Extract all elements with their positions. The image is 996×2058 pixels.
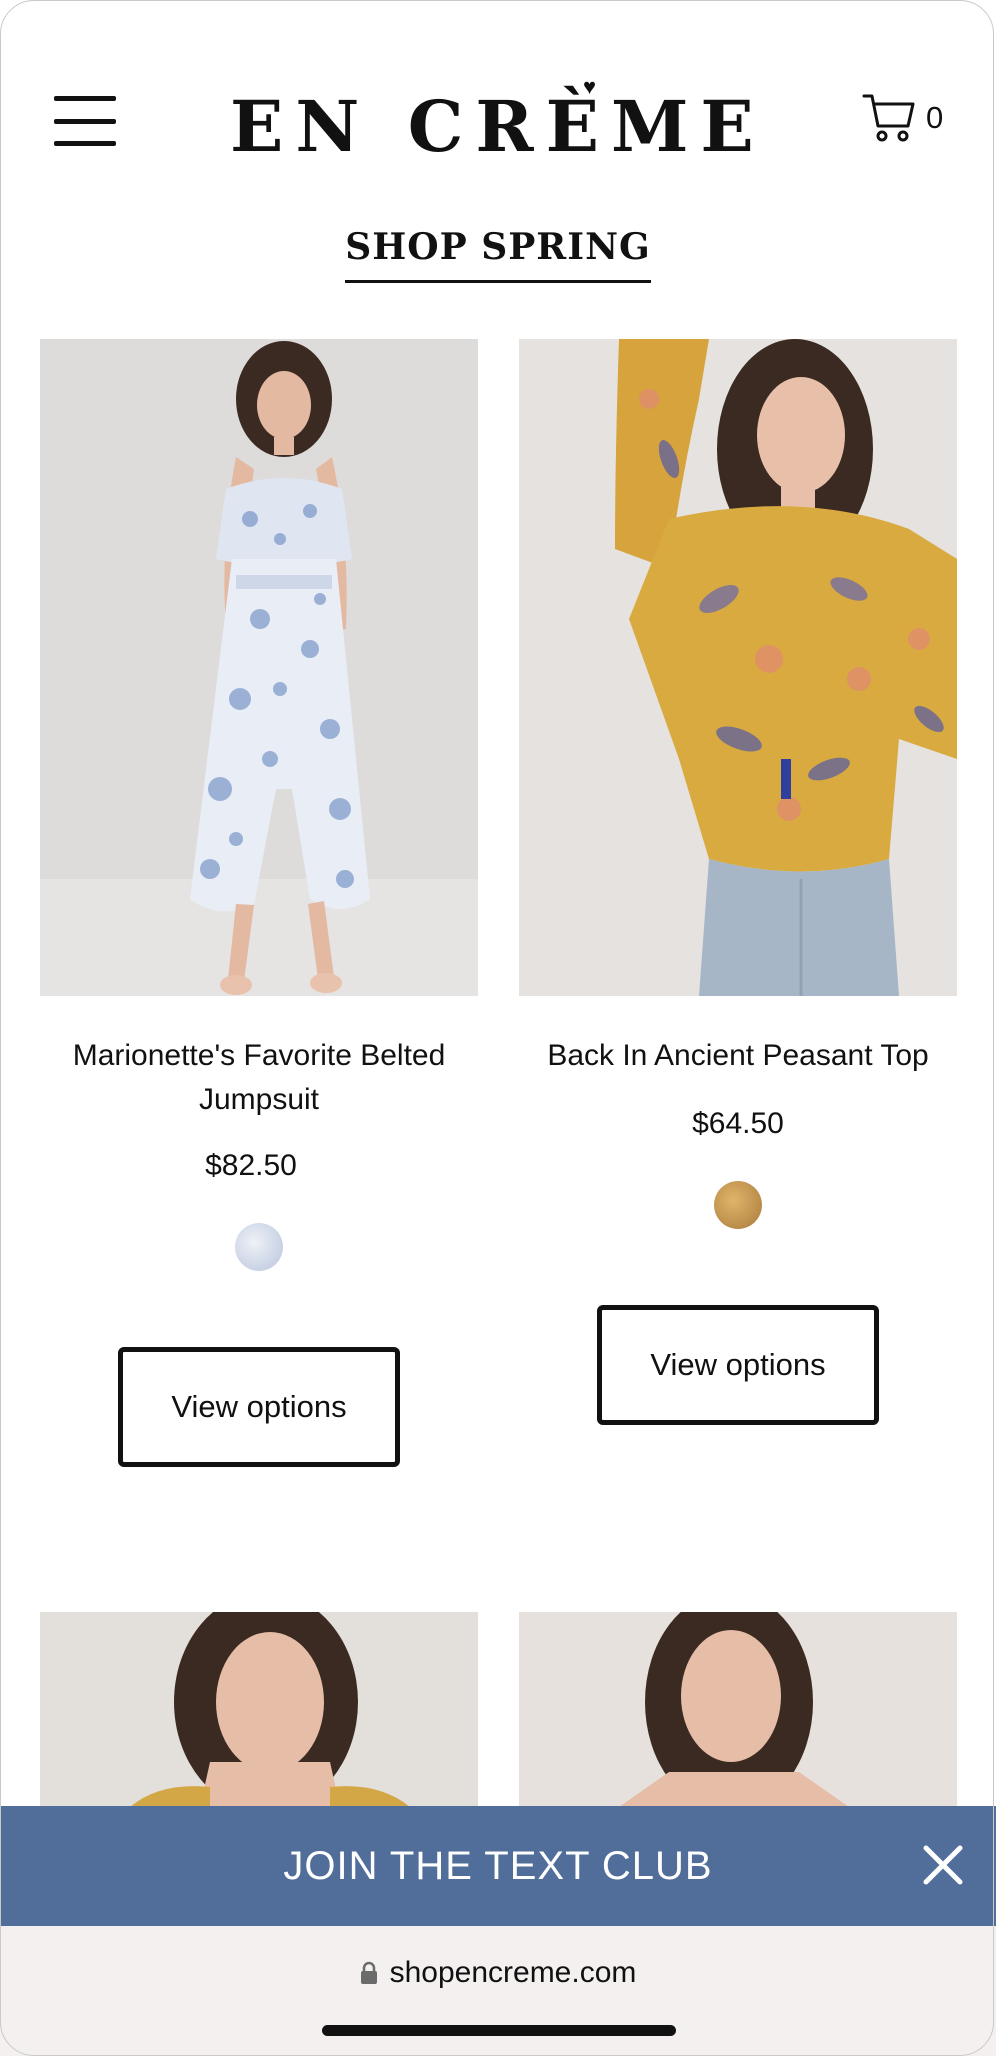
product-card: Back In Ancient Peasant Top $64.50 View … <box>519 339 957 1439</box>
product-card: Marionette's Favorite Belted Jumpsuit $8… <box>40 339 478 1479</box>
shopping-cart-icon <box>862 94 915 142</box>
product-price: $64.50 <box>692 1107 784 1140</box>
cart-button[interactable]: 0 <box>862 92 943 144</box>
site-logo[interactable]: EN CRÈME <box>230 82 760 172</box>
product-image[interactable] <box>40 339 478 996</box>
cart-count: 0 <box>926 100 944 135</box>
view-options-button[interactable]: View options <box>118 1347 400 1467</box>
section-title: SHOP SPRING <box>345 226 651 283</box>
url-text: shopencreme.com <box>389 1956 637 1989</box>
menu-line <box>54 118 116 124</box>
lock-icon <box>360 1961 377 1984</box>
view-options-button[interactable]: View options <box>597 1305 879 1425</box>
menu-line <box>54 96 116 101</box>
browser-url-bar: shopencreme.com <box>0 1926 996 2056</box>
logo-heart-icon: ♥ <box>583 74 597 99</box>
product-image[interactable] <box>40 1612 478 1807</box>
hamburger-menu-icon[interactable] <box>54 96 116 146</box>
product-price: $82.50 <box>205 1149 297 1182</box>
text-club-label: JOIN THE TEXT CLUB <box>283 1843 713 1888</box>
section-heading: SHOP SPRING <box>0 226 996 283</box>
product-name[interactable]: Marionette's Favorite Belted Jumpsuit <box>30 1034 488 1122</box>
color-swatch[interactable] <box>235 1223 283 1271</box>
menu-line <box>54 141 116 146</box>
product-image[interactable] <box>519 1612 957 1807</box>
close-icon[interactable] <box>920 1842 966 1888</box>
product-name[interactable]: Back In Ancient Peasant Top <box>509 1034 967 1078</box>
product-image[interactable] <box>519 339 957 996</box>
home-indicator[interactable] <box>322 2025 676 2036</box>
color-swatch[interactable] <box>714 1181 762 1229</box>
text-club-banner[interactable]: JOIN THE TEXT CLUB <box>0 1806 996 1926</box>
address-bar[interactable]: shopencreme.com <box>0 1956 996 1990</box>
